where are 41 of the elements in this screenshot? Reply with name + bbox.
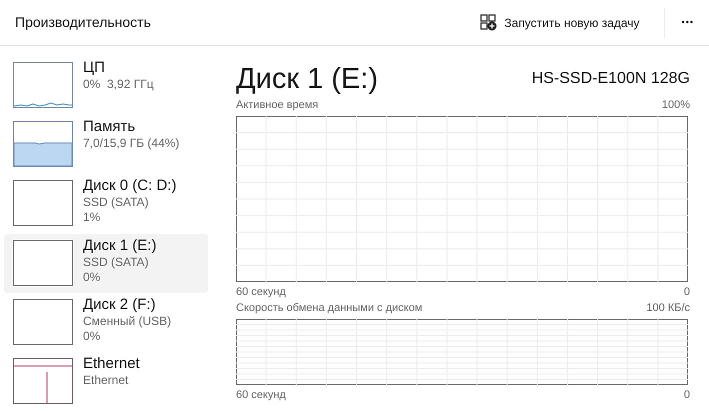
new-task-button[interactable]: Запустить новую задачу [474, 10, 646, 36]
graph-max: 100 КБ/с [646, 301, 690, 315]
page-title: Производительность [15, 13, 151, 32]
disk-graph-thumbnail [13, 298, 73, 345]
memory-graph-thumbnail [13, 121, 73, 168]
item-detail: Ethernet [83, 372, 130, 388]
graph-label: Активное время [236, 98, 318, 112]
item-title: ЦП [83, 58, 106, 77]
item-title: Диск 0 (C: D:) [83, 176, 176, 196]
disk-model: HS-SSD-E100N 128G [532, 69, 690, 89]
item-detail: 1% [83, 210, 102, 226]
cpu-graph-thumbnail [13, 62, 73, 108]
graph-label: Скорость обмена данными с диском [236, 301, 422, 315]
item-title: Диск 2 (F:) [83, 294, 157, 314]
more-button[interactable]: ••• [678, 12, 697, 34]
item-detail: Сменный (USB) [83, 314, 172, 329]
network-graph-thumbnail [13, 358, 73, 404]
sidebar-item[interactable]: Диск 0 (C: D:) SSD (SATA) 1% [4, 174, 208, 234]
sidebar-item[interactable]: Диск 1 (E:) SSD (SATA) 0% [4, 234, 208, 293]
sidebar-item[interactable]: Диск 2 (F:) Сменный (USB) 0% [4, 292, 208, 352]
item-title: Диск 1 (E:) [83, 236, 156, 255]
graph-min: 0 [684, 388, 690, 402]
item-detail: 0% [83, 270, 102, 285]
item-title: Ethernet [83, 354, 140, 373]
graph-time-span: 60 секунд [236, 285, 286, 299]
graph-max: 100% [662, 98, 690, 112]
item-detail: 0% [83, 328, 102, 344]
sidebar-item[interactable]: Память 7,0/15,9 ГБ (44%) [4, 115, 208, 174]
item-detail: SSD (SATA) [83, 195, 150, 210]
disk-title: Диск 1 (E:) [236, 62, 378, 96]
sidebar-item[interactable]: Ethernet Ethernet [4, 352, 208, 411]
sidebar-item[interactable]: ЦП 0% 3,92 ГГц [4, 56, 208, 116]
disk-graph-thumbnail [13, 240, 73, 286]
graph-min: 0 [684, 285, 690, 299]
disk-graph-thumbnail [13, 180, 73, 226]
item-title: Память [83, 117, 136, 136]
item-detail: SSD (SATA) [83, 254, 150, 270]
item-detail: 7,0/15,9 ГБ (44%) [83, 136, 180, 152]
new-task-icon [480, 14, 498, 31]
graph-time-span: 60 секунд [236, 388, 286, 402]
item-detail: 0% 3,92 ГГц [83, 77, 154, 92]
